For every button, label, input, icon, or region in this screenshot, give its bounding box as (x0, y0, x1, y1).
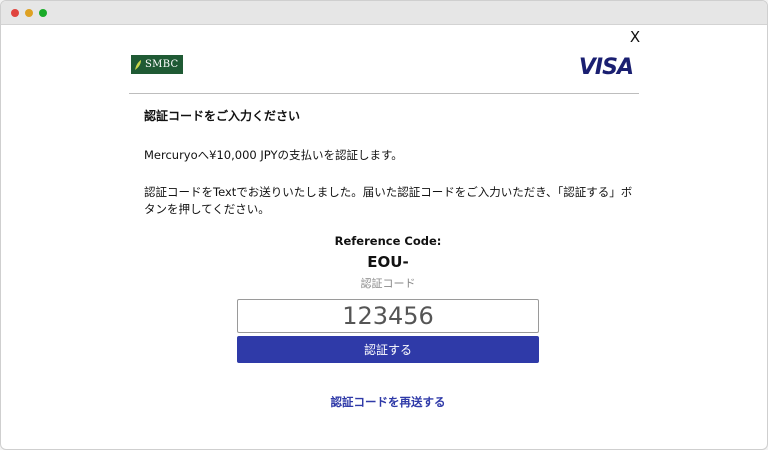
verification-code-input[interactable] (237, 299, 539, 333)
smbc-logo: SMBC (131, 55, 183, 74)
close-button[interactable]: X (628, 29, 642, 45)
leaf-icon (135, 59, 141, 70)
reference-code-label: Reference Code: (334, 234, 442, 248)
instruction-text: 認証コードをTextでお送りいたしました。届いた認証コードをご入力いただき、「認… (144, 185, 633, 216)
smbc-logo-text: SMBC (145, 59, 179, 70)
window-close-dot-icon[interactable] (11, 8, 19, 17)
window-maximize-dot-icon[interactable] (39, 8, 47, 17)
verify-button[interactable]: 認証する (237, 336, 539, 363)
browser-window: X SMBC VISA 認証コードをご入力ください Mercuryoへ¥10,0… (0, 0, 768, 450)
window-minimize-dot-icon[interactable] (25, 8, 33, 17)
reference-block: Reference Code: EOU- 認証コード (237, 233, 539, 292)
auth-content: 認証コードをご入力ください Mercuryoへ¥10,000 JPYの支払いを認… (144, 107, 634, 218)
reference-code-value: EOU- (367, 253, 409, 271)
page-title: 認証コードをご入力ください (144, 109, 301, 123)
verification-code-label: 認証コード (360, 277, 416, 290)
auth-header: SMBC VISA (129, 49, 639, 94)
window-titlebar (1, 1, 767, 25)
visa-logo: VISA (578, 55, 634, 80)
resend-code-link[interactable]: 認証コードを再送する (237, 394, 539, 410)
payment-description: Mercuryoへ¥10,000 JPYの支払いを認証します。 (144, 148, 403, 162)
